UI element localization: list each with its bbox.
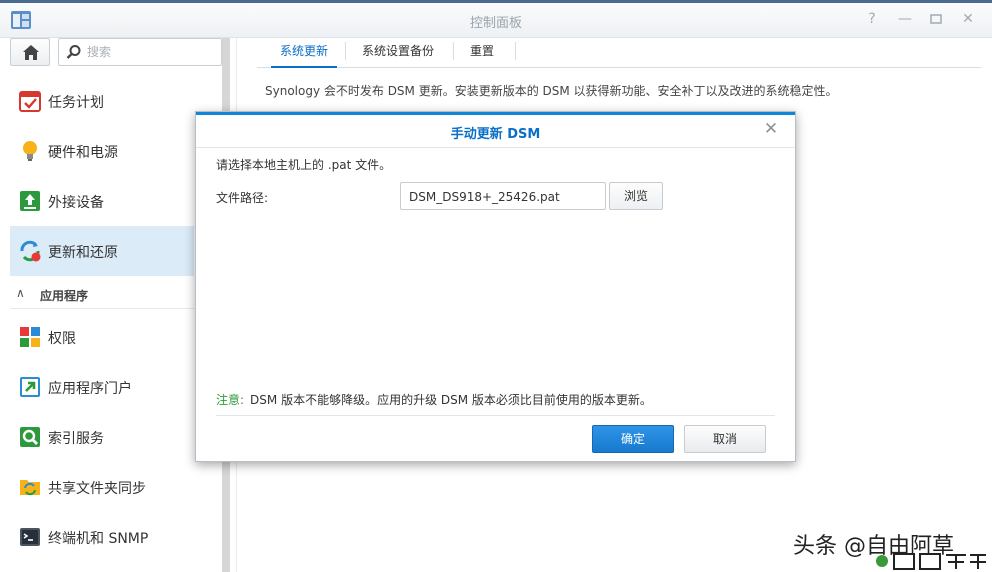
sidebar-item-label: 更新和还原 [48,245,118,261]
window-title: 控制面板 [469,16,522,31]
dialog-instruction: 请选择本地主机上的 .pat 文件。 [216,158,392,172]
sidebar-item-app-portal[interactable]: 应用程序门户 [10,362,194,412]
sidebar-item-label: 共享文件夹同步 [48,481,146,497]
tab-config-backup[interactable]: 系统设置备份 [349,38,447,68]
sidebar-item-label: 任务计划 [48,95,104,111]
watermark-stamp-logo [876,553,986,570]
minimize-icon[interactable]: — [896,10,914,28]
sidebar-item-external-devices[interactable]: 外接设备 [10,176,194,226]
sidebar-item-label: 权限 [48,331,76,347]
titlebar-accent-line [0,0,992,3]
terminal-icon [20,528,40,546]
tab-bar: 系统更新 系统设置备份 重置 [257,38,981,68]
tab-reset[interactable]: 重置 [457,38,507,68]
privileges-icon [20,327,40,347]
tab-separator [515,42,516,60]
note-text: DSM 版本不能够降级。应用的升级 DSM 版本必须比目前使用的版本更新。 [250,393,652,407]
help-icon[interactable]: ? [863,10,881,28]
tab-system-update[interactable]: 系统更新 [271,38,337,68]
dialog-note: 注意: DSM 版本不能够降级。应用的升级 DSM 版本必须比目前使用的版本更新。 [216,391,652,408]
chevron-up-icon: ∧ [16,286,25,300]
search-input[interactable] [87,43,217,61]
sidebar-section-applications[interactable]: ∧ 应用程序 [10,279,194,309]
task-scheduler-icon [19,91,41,112]
note-key: 注意: [216,393,245,407]
sidebar-section-label: 应用程序 [40,289,89,303]
dialog-accent-line [196,112,795,115]
home-button[interactable] [10,38,50,66]
external-device-icon [20,191,40,211]
maximize-icon[interactable] [927,10,945,28]
sidebar-item-privileges[interactable]: 权限 [10,312,194,362]
search-icon [66,45,81,59]
sidebar-item-label: 外接设备 [48,195,104,211]
sidebar-item-label: 硬件和电源 [48,145,118,161]
home-icon [23,45,39,60]
sidebar-item-label: 应用程序门户 [48,381,132,397]
tab-separator [453,42,454,60]
sidebar-item-terminal-snmp[interactable]: 终端机和 SNMP [10,512,194,562]
app-portal-icon [20,377,40,397]
dialog-footer-divider [216,415,775,416]
dialog-title: 手动更新 DSM [450,127,541,142]
sidebar-item-update-restore[interactable]: 更新和还原 [10,226,194,276]
sidebar-item-task-scheduler[interactable]: 任务计划 [10,76,194,126]
folder-sync-icon [20,480,40,496]
file-path-label: 文件路径: [216,191,269,205]
indexing-icon [20,427,40,447]
manual-update-dialog: 手动更新 DSM ✕ 请选择本地主机上的 .pat 文件。 文件路径: 浏览 注… [195,111,796,462]
search-box[interactable] [58,38,222,66]
file-path-input[interactable] [409,188,599,206]
close-icon[interactable]: ✕ [959,10,977,28]
dialog-divider [196,147,795,148]
sidebar-item-indexing[interactable]: 索引服务 [10,412,194,462]
window-titlebar: 控制面板 ? — ✕ [0,0,992,38]
sidebar-item-hardware-power[interactable]: 硬件和电源 [10,126,194,176]
dialog-close-icon[interactable]: ✕ [762,120,780,138]
browse-button[interactable]: 浏览 [609,182,663,210]
sidebar-item-folder-sync[interactable]: 共享文件夹同步 [10,462,194,512]
update-restore-icon [20,240,41,262]
sidebar-item-label: 终端机和 SNMP [48,531,149,547]
update-description: Synology 会不时发布 DSM 更新。安装更新版本的 DSM 以获得新功能… [265,84,838,98]
tab-separator [345,42,346,60]
lightbulb-icon [23,141,37,161]
sidebar-item-label: 索引服务 [48,431,104,447]
ok-button[interactable]: 确定 [592,425,674,453]
cancel-button[interactable]: 取消 [684,425,766,453]
file-path-field[interactable] [400,182,606,210]
